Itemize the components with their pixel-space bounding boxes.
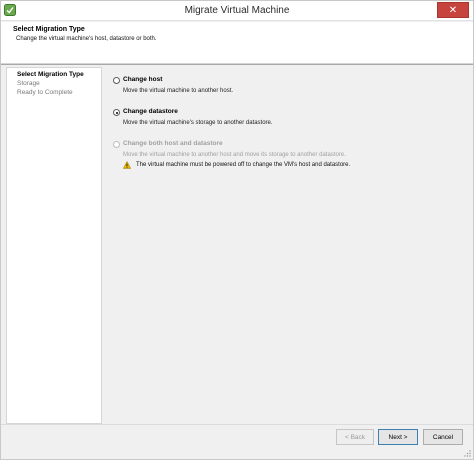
warning-icon (123, 161, 131, 169)
page-subtitle: Change the virtual machine's host, datas… (16, 36, 157, 42)
migrate-vm-dialog: Migrate Virtual Machine ✕ Select Migrati… (0, 0, 474, 460)
next-button[interactable]: Next > (378, 429, 418, 445)
change-both-label[interactable]: Change both host and datastore (123, 140, 223, 147)
wizard-steps-nav: Select Migration Type Storage Ready to C… (6, 67, 102, 424)
close-icon: ✕ (448, 4, 458, 16)
warning-text: The virtual machine must be powered off … (136, 162, 351, 168)
change-host-description: Move the virtual machine to another host… (123, 88, 234, 94)
footer-divider (1, 424, 473, 425)
wizard-header: Select Migration Type Change the virtual… (1, 22, 473, 64)
close-button[interactable]: ✕ (437, 2, 469, 18)
window-title: Migrate Virtual Machine (184, 5, 290, 16)
migration-options-panel: Change host Move the virtual machine to … (105, 67, 467, 424)
resize-grip-icon[interactable] (463, 449, 471, 457)
step-storage[interactable]: Storage (17, 80, 40, 87)
change-datastore-radio[interactable] (113, 109, 120, 116)
step-select-migration-type[interactable]: Select Migration Type (17, 71, 84, 78)
change-datastore-label[interactable]: Change datastore (123, 108, 178, 115)
back-button[interactable]: < Back (336, 429, 374, 445)
title-bar[interactable]: Migrate Virtual Machine ✕ (1, 1, 473, 21)
step-ready-to-complete[interactable]: Ready to Complete (17, 89, 73, 96)
change-both-radio[interactable] (113, 141, 120, 148)
change-both-description: Move the virtual machine to another host… (123, 152, 346, 158)
header-divider (1, 64, 473, 65)
change-host-radio[interactable] (113, 77, 120, 84)
cancel-button[interactable]: Cancel (423, 429, 463, 445)
page-title: Select Migration Type (13, 26, 85, 33)
change-datastore-description: Move the virtual machine's storage to an… (123, 120, 273, 126)
change-host-label[interactable]: Change host (123, 76, 162, 83)
